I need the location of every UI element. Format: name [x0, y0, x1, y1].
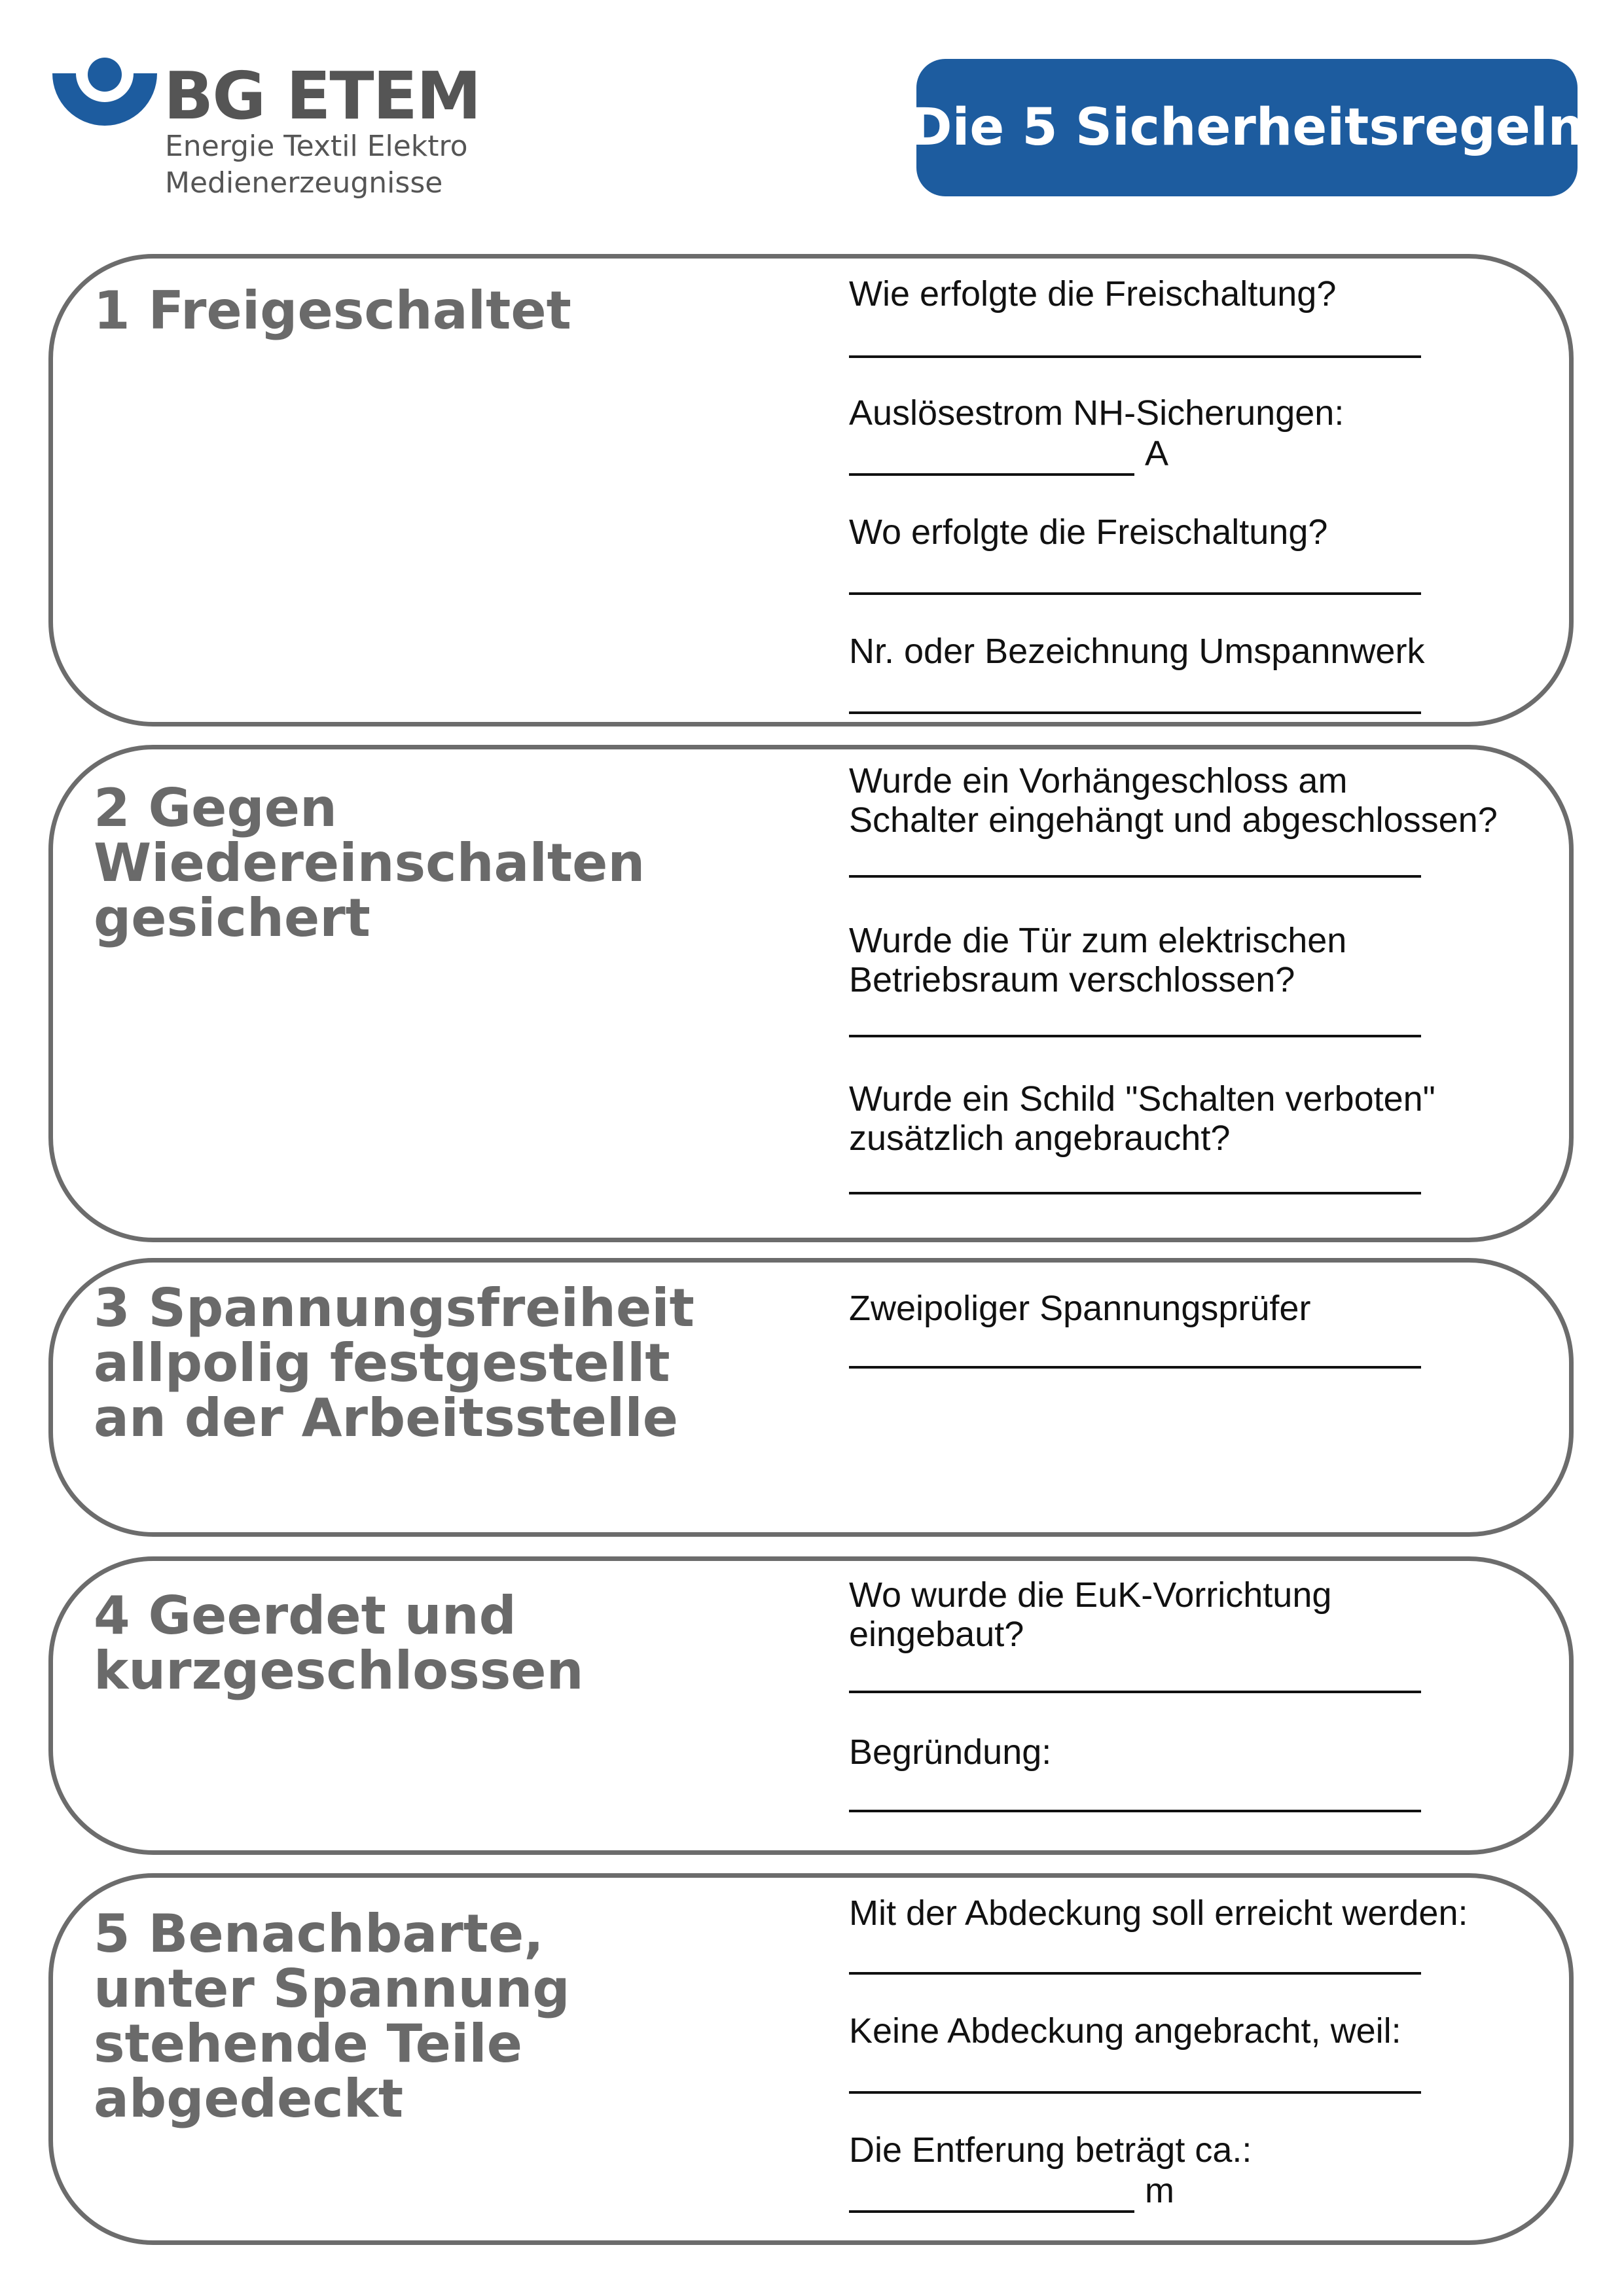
rule-title: 5 Benachbarte, unter Spannung stehende T…: [94, 1903, 570, 2129]
rule-box-1: 1 Freigeschaltet Wie erfolgte die Freisc…: [48, 254, 1574, 726]
answer-line[interactable]: [849, 1192, 1421, 1194]
answer-line[interactable]: [849, 875, 1421, 878]
rule-title: 4 Geerdet und kurzgeschlossen: [94, 1585, 584, 1701]
rule-title: 1 Freigeschaltet: [94, 280, 571, 341]
answer-line-short[interactable]: [849, 473, 1134, 476]
rule-box-5: 5 Benachbarte, unter Spannung stehende T…: [48, 1873, 1574, 2245]
answer-line-short[interactable]: [849, 2210, 1134, 2213]
question-text: Zweipoliger Spannungsprüfer: [849, 1289, 1311, 1328]
logo-subtitle-line-1: Energie Textil Elektro: [165, 130, 468, 163]
rule-box-2: 2 Gegen Wiedereinschalten gesichert Wurd…: [48, 745, 1574, 1242]
question-text: Wurde ein Schild "Schalten verboten" zus…: [849, 1079, 1435, 1158]
question-text: Wie erfolgte die Freischaltung?: [849, 274, 1337, 314]
answer-line[interactable]: [849, 1035, 1421, 1037]
answer-line[interactable]: [849, 711, 1421, 714]
question-text: Auslösestrom NH-Sicherungen:: [849, 393, 1344, 433]
logo-mark-icon: [52, 58, 157, 126]
answer-line[interactable]: [849, 1810, 1421, 1812]
logo-name: BG ETEM: [164, 58, 481, 134]
bg-etem-logo: BG ETEM Energie Textil Elektro Medienerz…: [52, 56, 481, 200]
question-text: Wo erfolgte die Freischaltung?: [849, 512, 1328, 552]
question-text: Mit der Abdeckung soll erreicht werden:: [849, 1893, 1468, 1933]
answer-line[interactable]: [849, 1972, 1421, 1975]
answer-line[interactable]: [849, 355, 1421, 358]
document-title: Die 5 Sicherheitsregeln: [910, 59, 1584, 196]
answer-line[interactable]: [849, 1366, 1421, 1369]
rule-box-4: 4 Geerdet und kurzgeschlossen Wo wurde d…: [48, 1556, 1574, 1855]
unit-label: A: [1145, 434, 1169, 473]
rule-box-3: 3 Spannungsfreiheit allpolig festgestell…: [48, 1258, 1574, 1537]
logo-subtitle-line-2: Medienerzeugnisse: [165, 166, 443, 200]
question-text: Nr. oder Bezeichnung Umspannwerk: [849, 632, 1425, 671]
rule-title: 3 Spannungsfreiheit allpolig festgestell…: [94, 1278, 695, 1448]
question-text: Wurde die Tür zum elektrischen Betriebsr…: [849, 921, 1347, 999]
question-text: Keine Abdeckung angebracht, weil:: [849, 2011, 1401, 2051]
question-text: Wo wurde die EuK-Vorrichtung eingebaut?: [849, 1575, 1332, 1654]
rule-title: 2 Gegen Wiedereinschalten gesichert: [94, 778, 645, 948]
question-text: Die Entferung beträgt ca.:: [849, 2130, 1252, 2170]
answer-line[interactable]: [849, 2091, 1421, 2094]
answer-line[interactable]: [849, 592, 1421, 595]
answer-line[interactable]: [849, 1691, 1421, 1693]
question-text: Wurde ein Vorhängeschloss am Schalter ei…: [849, 761, 1498, 840]
unit-label: m: [1145, 2171, 1174, 2210]
question-text: Begründung:: [849, 1732, 1052, 1772]
